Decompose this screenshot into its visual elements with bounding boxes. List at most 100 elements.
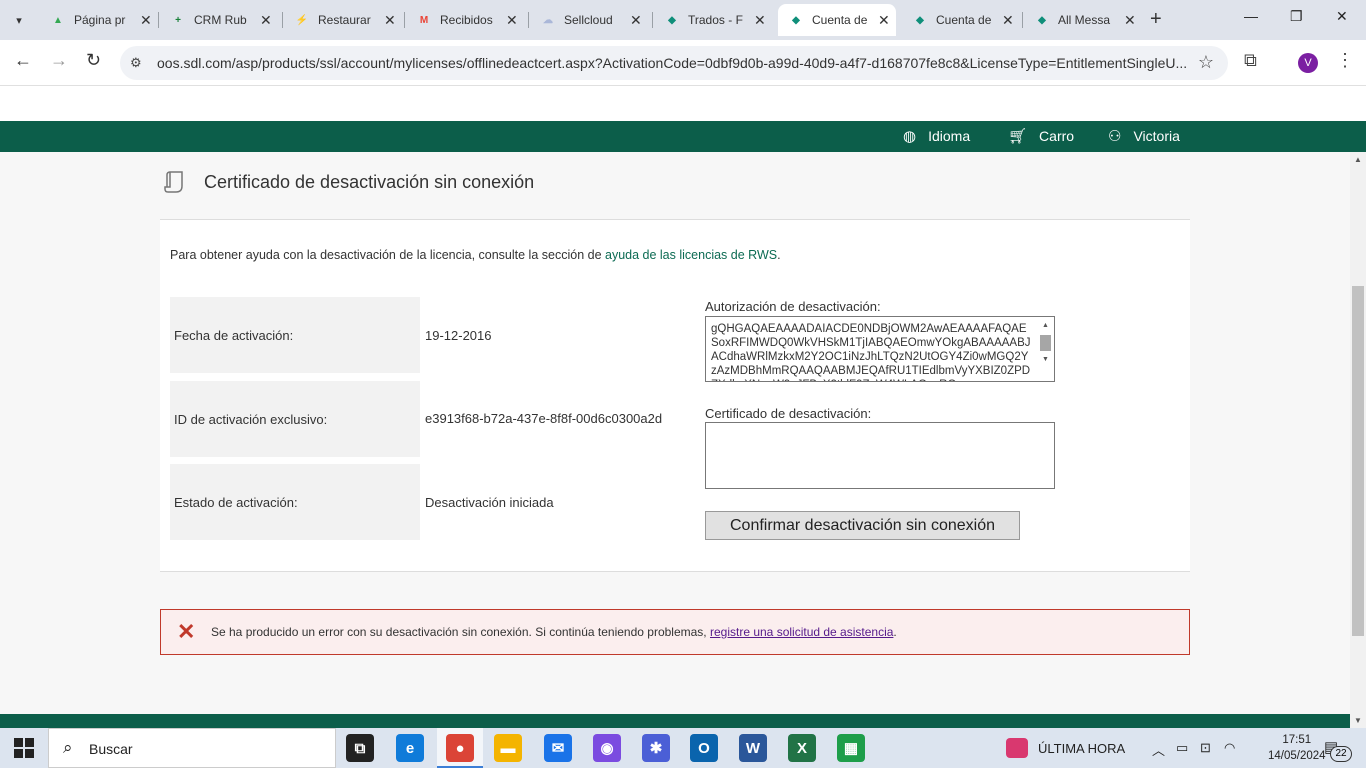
error-suffix: .	[893, 625, 897, 639]
file-explorer-icon[interactable]: ▬	[494, 734, 522, 762]
tab-favicon-icon: ◆	[668, 14, 676, 26]
reload-icon[interactable]: ↻	[86, 50, 101, 71]
tab-separator	[282, 12, 283, 28]
tab-favicon-icon: ◆	[792, 14, 800, 26]
auth-scrollbar[interactable]: ▲ ▼	[1039, 319, 1052, 379]
browser-tab[interactable]: ◆ Trados - F ✕	[654, 4, 772, 36]
tab-title: Cuenta de	[812, 13, 868, 27]
extensions-icon[interactable]: ⧉	[1244, 50, 1257, 71]
wifi-icon[interactable]: ◠	[1224, 740, 1235, 756]
tab-title: CRM Rub	[194, 13, 247, 27]
restore-icon[interactable]: ❐	[1290, 8, 1303, 25]
help-line: Para obtener ayuda con la desactivación …	[170, 248, 781, 262]
windows-start-icon[interactable]	[14, 738, 34, 758]
tab-close-icon[interactable]: ✕	[878, 12, 890, 29]
clock-date: 14/05/2024	[1268, 750, 1326, 762]
sheets-app-icon[interactable]: ▦	[837, 734, 865, 762]
excel-icon[interactable]: X	[788, 734, 816, 762]
tab-close-icon[interactable]: ✕	[260, 12, 272, 29]
help-link[interactable]: ayuda de las licencias de RWS	[605, 248, 777, 262]
error-icon: ✕	[177, 619, 196, 644]
chrome-icon[interactable]: ●	[446, 734, 474, 762]
profile-avatar[interactable]: V	[1298, 53, 1318, 73]
activation-date-label: Fecha de activación:	[170, 297, 420, 373]
browser-tab[interactable]: M Recibidos ✕	[406, 4, 524, 36]
network-icon[interactable]: ⊡	[1200, 740, 1211, 756]
confirm-button[interactable]: Confirmar desactivación sin conexión	[705, 511, 1020, 540]
news-label[interactable]: ÚLTIMA HORA	[1038, 741, 1125, 756]
scroll-thumb[interactable]	[1040, 335, 1051, 351]
activation-id-value: e3913f68-b72a-437e-8f8f-00d6c0300a2d	[425, 411, 663, 426]
edge-icon[interactable]: e	[396, 734, 424, 762]
page-scrollbar[interactable]: ▲ ▼	[1350, 152, 1366, 728]
help-text: Para obtener ayuda con la desactivación …	[170, 248, 605, 262]
tab-close-icon[interactable]: ✕	[1002, 12, 1014, 29]
tab-close-icon[interactable]: ✕	[1124, 12, 1136, 29]
cert-textarea[interactable]	[705, 422, 1055, 489]
error-line: Se ha producido un error con su desactiv…	[211, 625, 897, 639]
error-text: Se ha producido un error con su desactiv…	[211, 625, 710, 639]
clock[interactable]: 17:51 14/05/2024	[1268, 732, 1326, 764]
tab-close-icon[interactable]: ✕	[630, 12, 642, 29]
user-icon: ⚇	[1108, 128, 1122, 145]
scroll-up-icon[interactable]: ▲	[1039, 319, 1052, 333]
tab-favicon-icon: ☁	[543, 14, 553, 26]
back-icon[interactable]: ←	[14, 50, 32, 71]
tab-favicon-icon: +	[175, 14, 181, 26]
tab-close-icon[interactable]: ✕	[506, 12, 518, 29]
browser-menu-icon[interactable]: ⋮	[1336, 50, 1354, 71]
language-menu[interactable]: ◍ Idioma	[903, 127, 970, 145]
task-view-icon[interactable]: ⧉	[346, 734, 374, 762]
mail-icon[interactable]: ✉	[544, 734, 572, 762]
browser-tab[interactable]: ☁ Sellcloud ✕	[530, 4, 648, 36]
address-bar[interactable]: ⚙ oos.sdl.com/asp/products/ssl/account/m…	[120, 46, 1228, 80]
error-message: ✕ Se ha producido un error con su desact…	[160, 609, 1190, 655]
tab-close-icon[interactable]: ✕	[140, 12, 152, 29]
browser-tab[interactable]: ◆ Cuenta de ✕	[902, 4, 1020, 36]
cart-label: Carro	[1039, 128, 1075, 144]
support-link[interactable]: registre una solicitud de asistencia	[710, 625, 893, 639]
settings-icon[interactable]: ✱	[642, 734, 670, 762]
word-icon[interactable]: W	[739, 734, 767, 762]
tab-title: Cuenta de	[936, 13, 992, 27]
tab-favicon-icon: ⚡	[295, 14, 309, 26]
vpn-icon[interactable]: ◉	[593, 734, 621, 762]
cart-icon: 🛒︎	[1008, 128, 1028, 145]
new-tab-button[interactable]: +	[1150, 8, 1162, 31]
forward-icon[interactable]: →	[50, 50, 68, 71]
auth-textarea[interactable]: gQHGAQAEAAAADAIACDE0NDBjOWM2AwAEAAAAFAQA…	[705, 316, 1055, 382]
news-icon[interactable]	[1006, 738, 1028, 758]
globe-icon: ◍	[903, 128, 917, 145]
scroll-down-icon[interactable]: ▼	[1039, 353, 1052, 367]
browser-tab[interactable]: ⚡ Restaurar ✕	[284, 4, 402, 36]
tab-close-icon[interactable]: ✕	[754, 12, 766, 29]
page-title: Certificado de desactivación sin conexió…	[204, 171, 535, 192]
browser-tab[interactable]: ◆ Cuenta de ✕	[778, 4, 896, 36]
tab-search-icon[interactable]: ▾	[6, 7, 32, 33]
browser-tab[interactable]: ◆ All Messa ✕	[1024, 4, 1142, 36]
tab-close-icon[interactable]: ✕	[384, 12, 396, 29]
minimize-icon[interactable]: —	[1244, 8, 1258, 24]
auth-label: Autorización de desactivación:	[705, 299, 881, 314]
browser-tab[interactable]: ▲ Página pr ✕	[40, 4, 158, 36]
deactivation-card: Para obtener ayuda con la desactivación …	[160, 219, 1190, 572]
site-info-icon[interactable]: ⚙	[130, 55, 142, 71]
tray-chevron-icon[interactable]: ︿	[1152, 740, 1165, 759]
user-menu[interactable]: ⚇ Victoria	[1108, 127, 1180, 145]
page-heading: Certificado de desactivación sin conexió…	[164, 170, 534, 194]
browser-tab[interactable]: + CRM Rub ✕	[160, 4, 278, 36]
page-scroll-thumb[interactable]	[1352, 286, 1364, 636]
close-window-icon[interactable]: ✕	[1336, 8, 1348, 25]
url-text[interactable]: oos.sdl.com/asp/products/ssl/account/myl…	[157, 55, 1187, 71]
battery-icon[interactable]: ▭	[1176, 740, 1188, 756]
tab-title: All Messa	[1058, 13, 1111, 27]
cart-menu[interactable]: 🛒︎ Carro	[1008, 127, 1074, 145]
page-scroll-down-icon[interactable]: ▼	[1354, 716, 1362, 725]
bookmark-star-icon[interactable]: ☆	[1198, 52, 1214, 73]
page-content: Certificado de desactivación sin conexió…	[0, 152, 1350, 714]
page-scroll-up-icon[interactable]: ▲	[1354, 155, 1362, 164]
taskbar-search[interactable]: ⌕ Buscar	[48, 728, 336, 768]
outlook-icon[interactable]: O	[690, 734, 718, 762]
tab-title: Página pr	[74, 13, 126, 27]
tab-favicon-icon: M	[419, 14, 429, 26]
